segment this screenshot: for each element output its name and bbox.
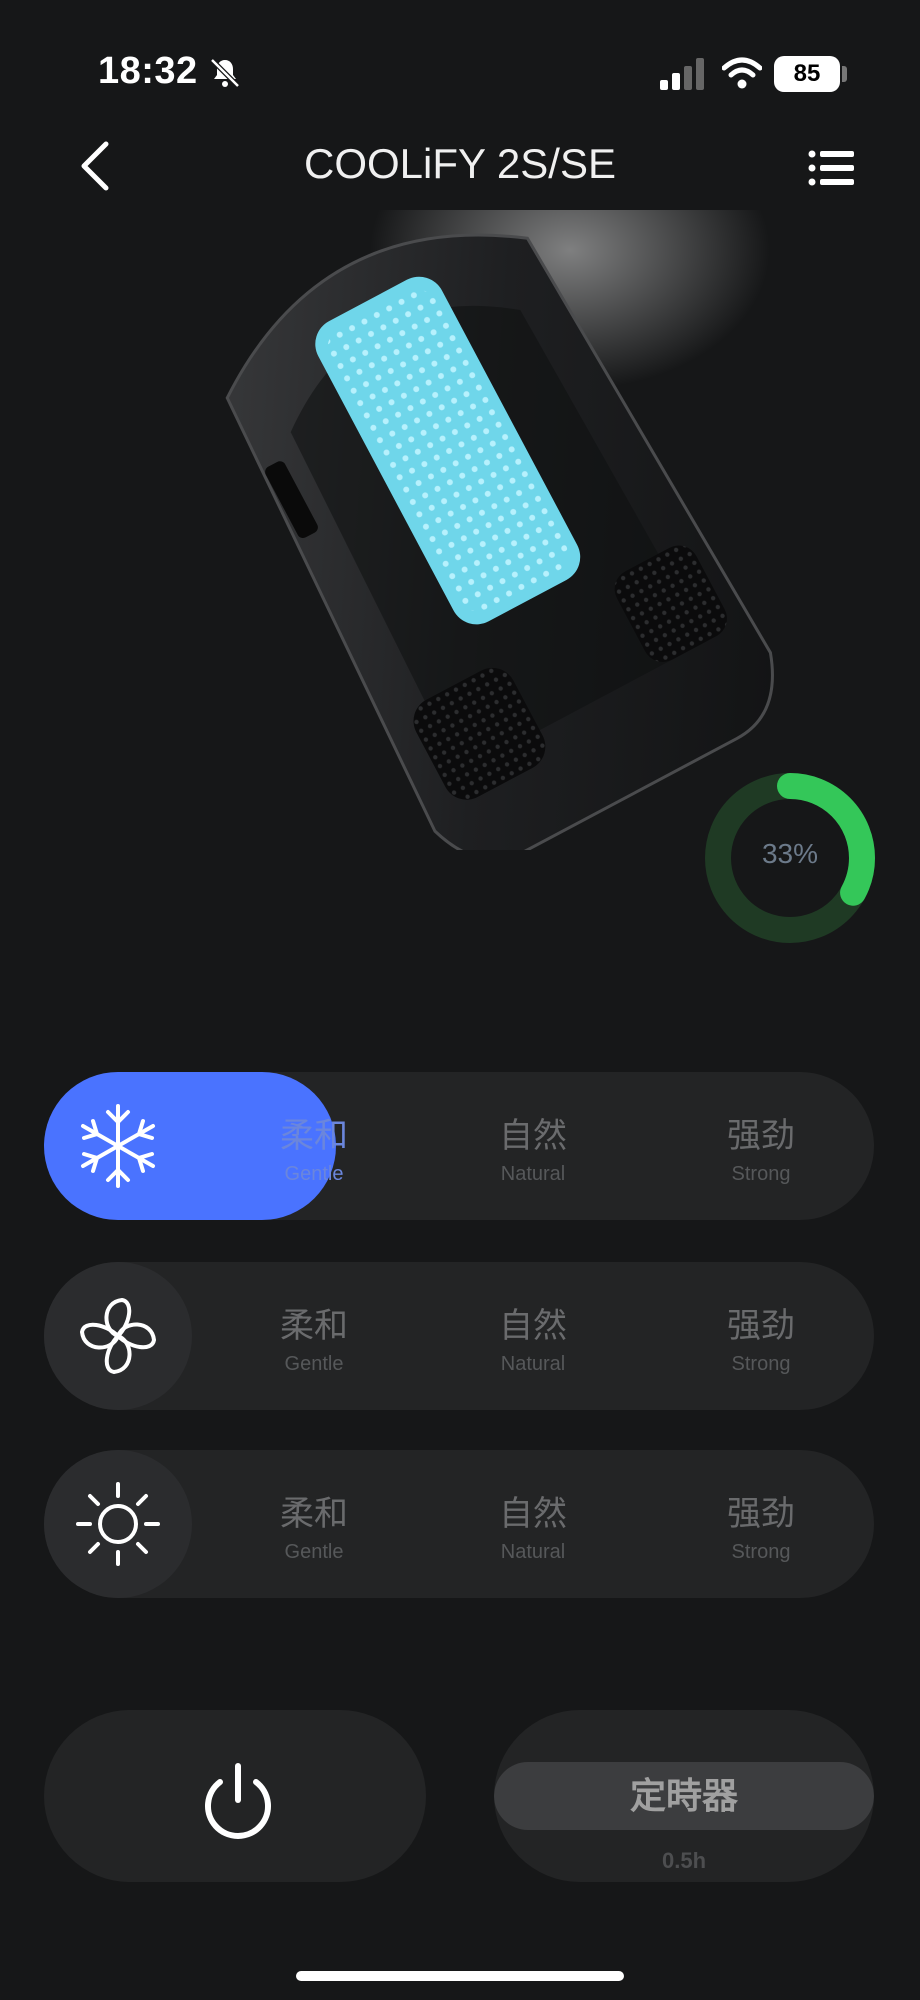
bell-slash-icon (210, 58, 240, 88)
wifi-icon (722, 57, 762, 89)
status-time: 18:32 (98, 50, 198, 92)
battery-percent-label: 33% (761, 838, 819, 869)
option-en-label: Natural (500, 1541, 566, 1563)
option-zh-label: 柔和 (280, 1307, 348, 1345)
option-en-label: Gentle (284, 1163, 344, 1185)
fan-icon (80, 1298, 156, 1374)
option-zh-label: 强劲 (727, 1117, 795, 1155)
fan-natural-option[interactable]: 自然 Natural (453, 1298, 613, 1376)
battery-nub (842, 66, 847, 82)
timer-control[interactable]: 定時器 0.5h (494, 1710, 874, 1882)
option-zh-label: 强劲 (727, 1495, 795, 1533)
heat-gentle-option[interactable]: 柔和 Gentle (234, 1486, 394, 1564)
cool-gentle-option[interactable]: 柔和 Gentle (234, 1108, 394, 1186)
list-menu-icon[interactable] (808, 148, 856, 188)
option-en-label: Strong (731, 1541, 791, 1563)
option-en-label: Strong (731, 1163, 791, 1185)
timer-label[interactable]: 定時器 (494, 1762, 874, 1830)
battery-icon: 85 (774, 56, 840, 92)
option-zh-label: 自然 (499, 1117, 567, 1155)
power-icon (205, 1763, 271, 1839)
home-indicator (296, 1971, 624, 1981)
back-button[interactable] (72, 140, 116, 192)
fan-mode-toggle[interactable] (44, 1262, 192, 1410)
cool-natural-option[interactable]: 自然 Natural (453, 1108, 613, 1186)
heat-strong-option[interactable]: 强劲 Strong (681, 1486, 841, 1564)
heat-mode-row: 柔和 Gentle 自然 Natural 强劲 Strong (44, 1450, 874, 1598)
option-en-label: Strong (731, 1353, 791, 1375)
option-zh-label: 柔和 (280, 1117, 348, 1155)
heat-natural-option[interactable]: 自然 Natural (453, 1486, 613, 1564)
page-title: COOLiFY 2S/SE (303, 140, 616, 187)
option-en-label: Gentle (284, 1353, 344, 1375)
cool-mode-row: 柔和 Gentle 自然 Natural 强劲 Strong (44, 1072, 874, 1220)
cellular-signal-icon (660, 58, 704, 90)
product-image (225, 210, 774, 850)
sun-icon (76, 1482, 160, 1566)
option-en-label: Natural (500, 1163, 566, 1185)
heat-mode-toggle[interactable] (44, 1450, 192, 1598)
cool-strong-option[interactable]: 强劲 Strong (681, 1108, 841, 1186)
timer-value: 0.5h (661, 1848, 707, 1873)
fan-gentle-option[interactable]: 柔和 Gentle (234, 1298, 394, 1376)
option-zh-label: 自然 (499, 1495, 567, 1533)
option-zh-label: 自然 (499, 1307, 567, 1345)
fan-mode-row: 柔和 Gentle 自然 Natural 强劲 Strong (44, 1262, 874, 1410)
option-zh-label: 强劲 (727, 1307, 795, 1345)
power-button[interactable] (44, 1710, 426, 1882)
option-en-label: Gentle (284, 1541, 344, 1563)
option-en-label: Natural (500, 1353, 566, 1375)
fan-strong-option[interactable]: 强劲 Strong (681, 1298, 841, 1376)
snowflake-icon (81, 1104, 155, 1188)
option-zh-label: 柔和 (280, 1495, 348, 1533)
